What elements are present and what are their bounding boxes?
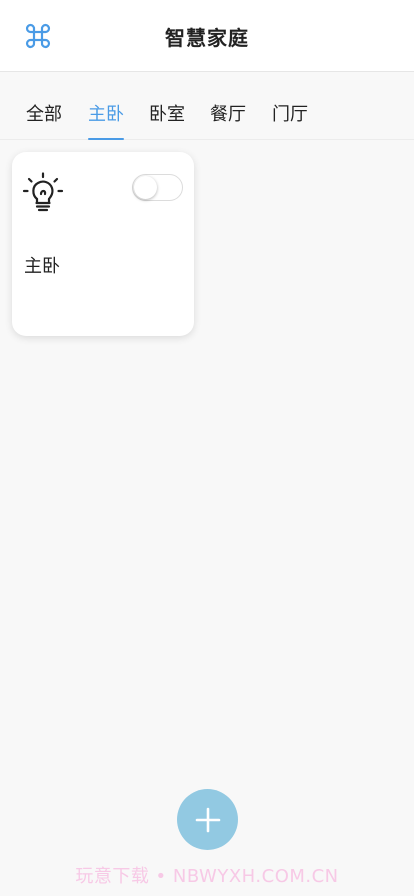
tab-dining-room[interactable]: 餐厅	[210, 100, 246, 140]
tab-master-bedroom[interactable]: 主卧	[88, 100, 124, 140]
tab-bedroom[interactable]: 卧室	[149, 100, 185, 140]
power-toggle[interactable]	[132, 174, 183, 201]
device-label: 主卧	[24, 256, 60, 277]
header-bar: 智慧家庭	[0, 0, 414, 72]
room-tabs: 全部 主卧 卧室 餐厅 门厅	[0, 72, 414, 140]
tab-all[interactable]: 全部	[26, 100, 62, 140]
device-card[interactable]: 主卧	[12, 152, 194, 336]
app-screen: 智慧家庭 全部 主卧 卧室 餐厅 门厅 主卧 玩意下载 • NBWYXH.COM…	[0, 0, 414, 896]
add-device-button[interactable]	[177, 789, 238, 850]
toggle-knob	[134, 176, 157, 199]
page-title: 智慧家庭	[165, 26, 249, 50]
watermark: 玩意下载 • NBWYXH.COM.CN	[75, 866, 339, 887]
lightbulb-icon	[22, 172, 64, 212]
tab-foyer[interactable]: 门厅	[272, 100, 308, 140]
plus-icon	[195, 807, 220, 832]
